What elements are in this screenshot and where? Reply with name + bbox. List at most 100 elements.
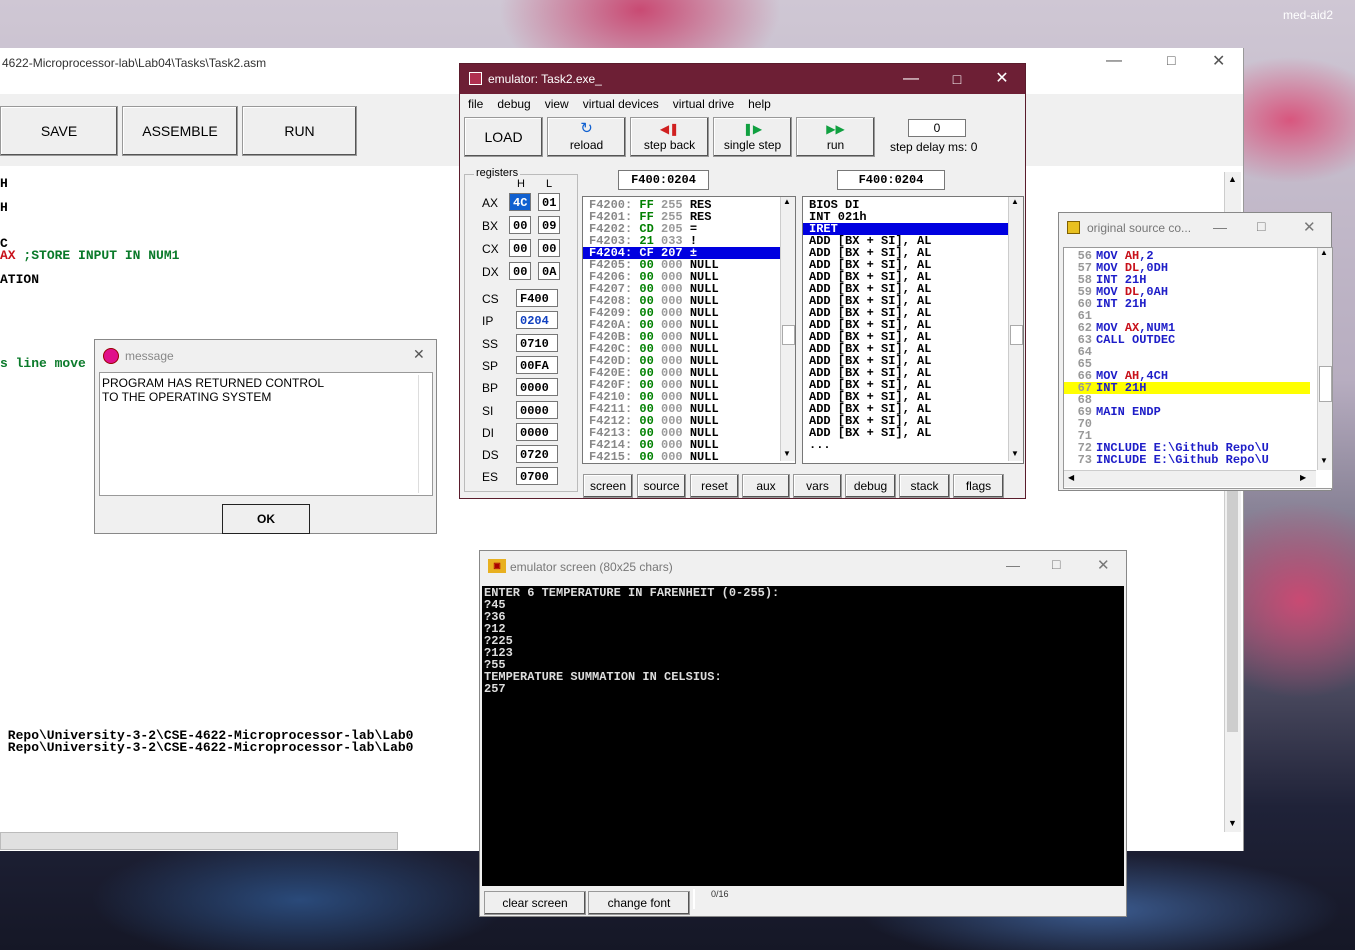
register-low-field[interactable]: 09 (538, 216, 560, 234)
source-line: 67 INT 21H (1064, 382, 1310, 394)
memory-listing[interactable]: F4200: FF 255 RES F4201: FF 255 RES F4202:… (582, 196, 796, 464)
scroll-up-icon[interactable]: ▲ (1011, 197, 1019, 206)
step-back-button[interactable]: ◀❚ step back (630, 117, 709, 157)
message-vertical-scrollbar[interactable] (418, 375, 432, 493)
code-line: H (0, 200, 8, 215)
scroll-down-icon[interactable]: ▼ (1228, 818, 1237, 828)
segment-register-field[interactable]: 0204 (516, 311, 558, 330)
step-back-icon: ◀❚ (659, 122, 680, 136)
disasm-scroll-thumb[interactable] (1010, 325, 1023, 345)
code-line: H (0, 176, 8, 191)
menu-virtual-drive[interactable]: virtual drive (673, 97, 734, 115)
emulator-close-button[interactable]: ✕ (979, 64, 1025, 94)
menu-help[interactable]: help (748, 97, 771, 115)
screen-app-icon: ▣ (488, 559, 506, 573)
emulator-minimize-button[interactable]: — (888, 64, 934, 94)
source-minimize-button[interactable]: — (1213, 219, 1227, 235)
screen-close-button[interactable]: ✕ (1097, 556, 1110, 574)
step-delay-input[interactable]: 0 (908, 119, 966, 137)
menu-file[interactable]: file (468, 97, 483, 115)
menu-virtual-devices[interactable]: virtual devices (583, 97, 659, 115)
source-maximize-button[interactable]: □ (1257, 218, 1265, 234)
source-vertical-scrollbar[interactable]: ▲ ▼ (1317, 248, 1332, 470)
register-high-field[interactable]: 00 (509, 239, 531, 257)
register-low-field[interactable]: 01 (538, 193, 560, 211)
segment-register-field[interactable]: 0000 (516, 400, 558, 419)
disassembly-listing[interactable]: BIOS DI INT 021h IRET ADD [BX + SI], AL ADD … (802, 196, 1024, 464)
scroll-up-icon[interactable]: ▲ (783, 197, 791, 206)
disasm-scrollbar[interactable]: ▲ ▼ (1008, 197, 1023, 461)
source-button[interactable]: source (637, 474, 686, 498)
register-label: IP (482, 314, 494, 329)
menu-view[interactable]: view (545, 97, 569, 115)
screen-maximize-button[interactable]: □ (1052, 556, 1060, 572)
register-high-field[interactable]: 4C (509, 193, 531, 211)
reset-button[interactable]: reset (690, 474, 739, 498)
register-high-field[interactable]: 00 (509, 262, 531, 280)
menu-debug[interactable]: debug (497, 97, 530, 115)
editor-minimize-button[interactable]: — (1106, 52, 1122, 70)
segment-register-field[interactable]: 0000 (516, 378, 558, 397)
segment-register-field[interactable]: 0700 (516, 467, 558, 486)
register-high-field[interactable]: 00 (509, 216, 531, 234)
editor-maximize-button[interactable]: □ (1167, 52, 1175, 68)
emulator-maximize-button[interactable]: □ (934, 64, 980, 94)
disasm-row[interactable]: ... (803, 439, 1023, 451)
scroll-down-icon[interactable]: ▼ (1320, 456, 1328, 465)
source-close-button[interactable]: ✕ (1303, 218, 1316, 236)
editor-path: 4622-Microprocessor-lab\Lab04\Tasks\Task… (2, 56, 267, 70)
screen-button[interactable]: screen (583, 474, 633, 498)
disasm-row[interactable]: ADD [BX + SI], AL (803, 427, 1023, 439)
flags-button[interactable]: flags (953, 474, 1004, 498)
scroll-up-icon[interactable]: ▲ (1228, 174, 1237, 184)
segment-register-field[interactable]: 0710 (516, 333, 558, 352)
scroll-down-icon[interactable]: ▼ (783, 449, 791, 458)
save-button[interactable]: SAVE (0, 106, 118, 156)
scroll-right-icon[interactable]: ▶ (1300, 473, 1306, 482)
change-font-button[interactable]: change font (588, 891, 690, 915)
message-close-button[interactable]: ✕ (413, 346, 425, 363)
register-label: SP (482, 358, 499, 373)
source-keyword: INT (1096, 297, 1118, 311)
source-code-area[interactable]: 56 MOV AH,2 57 MOV DL,0DH 58 INT 21H 59 MOV DL,… (1063, 247, 1333, 489)
segment-register-field[interactable]: 0720 (516, 445, 558, 464)
scroll-left-icon[interactable]: ◀ (1068, 473, 1074, 482)
emulator-screen-window: ▣ emulator screen (80x25 chars) — □ ✕ EN… (479, 550, 1127, 917)
source-horizontal-scrollbar[interactable]: ◀ ▶ (1064, 470, 1316, 487)
source-window: original source co... — □ ✕ 56 MOV AH,2 57… (1058, 212, 1333, 491)
scroll-down-icon[interactable]: ▼ (1011, 449, 1019, 458)
aux-button[interactable]: aux (742, 474, 790, 498)
disasm-address-field[interactable]: F400:0204 (837, 170, 945, 190)
memory-scroll-thumb[interactable] (782, 325, 795, 345)
segment-register-field[interactable]: 00FA (516, 355, 558, 374)
run-emu-button[interactable]: ▶▶ run (796, 117, 875, 157)
console-line: 257 (484, 682, 506, 696)
assemble-button[interactable]: ASSEMBLE (122, 106, 238, 156)
clear-screen-button[interactable]: clear screen (484, 891, 586, 915)
stack-button[interactable]: stack (899, 474, 950, 498)
memory-scrollbar[interactable]: ▲ ▼ (780, 197, 795, 461)
register-low-field[interactable]: 00 (538, 239, 560, 257)
memory-row[interactable]: F4215: 00 000 NULL (583, 451, 795, 463)
editor-close-button[interactable]: ✕ (1212, 51, 1225, 71)
load-button[interactable]: LOAD (464, 117, 543, 157)
source-line: 73 INCLUDE E:\Github Repo\U (1064, 454, 1310, 466)
run-button[interactable]: RUN (242, 106, 357, 156)
console-screen[interactable]: ENTER 6 TEMPERATURE IN FARENHEIT (0-255)… (482, 586, 1124, 886)
memory-address-field[interactable]: F400:0204 (618, 170, 709, 190)
register-label: SI (482, 403, 494, 418)
reload-button[interactable]: ↻ reload (547, 117, 626, 157)
scroll-up-icon[interactable]: ▲ (1320, 248, 1328, 257)
segment-register-field[interactable]: F400 (516, 289, 558, 307)
screen-minimize-button[interactable]: — (1006, 557, 1020, 573)
ok-button[interactable]: OK (222, 504, 310, 534)
editor-horizontal-scrollbar[interactable] (0, 832, 398, 850)
scroll-thumb[interactable] (1227, 472, 1238, 732)
debug-button[interactable]: debug (845, 474, 896, 498)
register-low-field[interactable]: 0A (538, 262, 560, 280)
segment-register-field[interactable]: 0000 (516, 422, 558, 441)
run-icon: ▶▶ (826, 122, 845, 136)
source-scroll-thumb[interactable] (1319, 366, 1332, 402)
single-step-button[interactable]: ❚▶ single step (713, 117, 792, 157)
vars-button[interactable]: vars (793, 474, 842, 498)
